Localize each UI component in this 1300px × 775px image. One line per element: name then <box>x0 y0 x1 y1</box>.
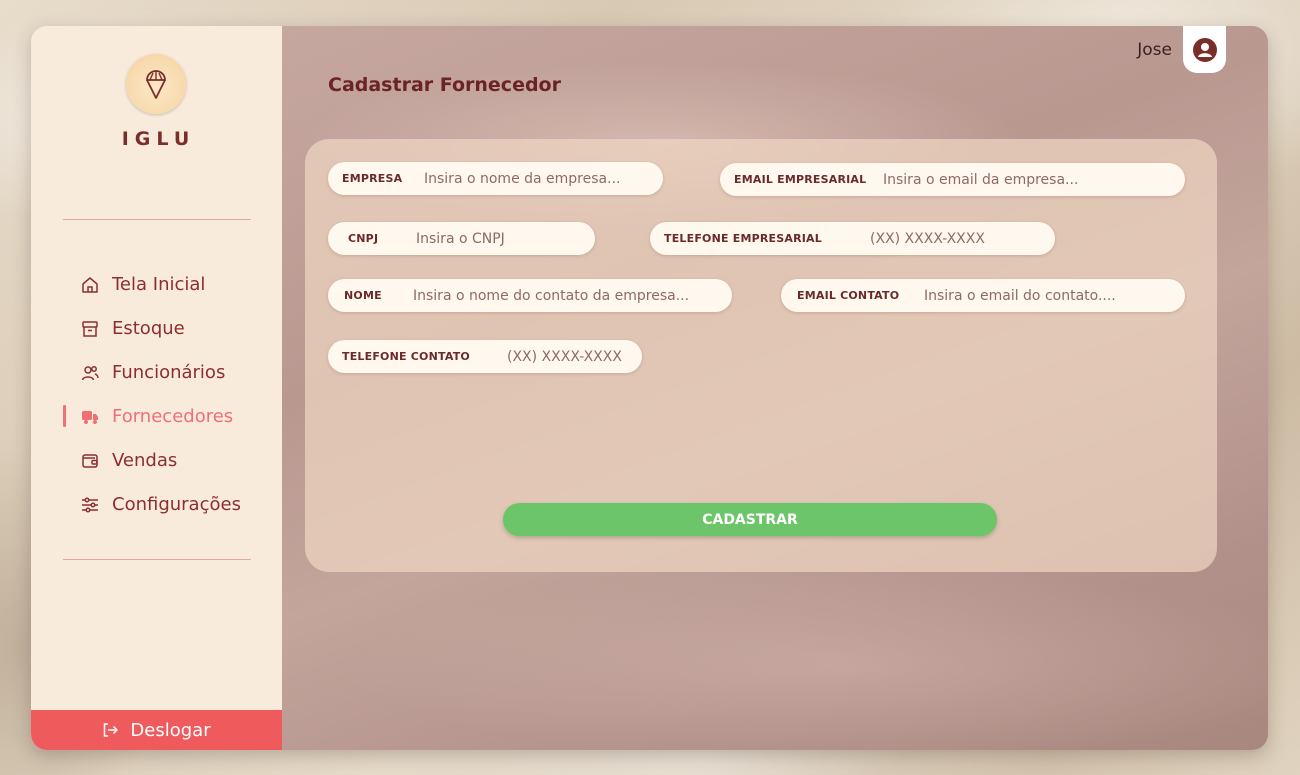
users-icon <box>81 366 99 381</box>
cadastrar-button[interactable]: CADASTRAR <box>503 503 997 536</box>
logout-icon <box>104 723 119 737</box>
logout-label: Deslogar <box>130 719 211 741</box>
sidebar-item-configuracoes[interactable]: Configurações <box>31 482 282 526</box>
email-empresarial-label: EMAIL EMPRESARIAL <box>734 173 867 186</box>
email-empresarial-field: EMAIL EMPRESARIAL <box>720 163 1185 196</box>
email-contato-input[interactable] <box>924 286 1179 305</box>
email-contato-field: EMAIL CONTATO <box>781 279 1185 312</box>
home-icon <box>82 277 98 293</box>
sidebar-nav: Tela Inicial Estoque Funcionários Fornec… <box>31 262 282 526</box>
nome-label: NOME <box>344 289 382 302</box>
sidebar-item-label: Fornecedores <box>112 405 234 427</box>
app-window: IGLU Tela Inicial Estoque Funcionários F… <box>31 26 1268 750</box>
supplier-form: EMPRESA EMAIL EMPRESARIAL CNPJ TELEFONE … <box>305 139 1217 572</box>
telefone-empresarial-input[interactable] <box>870 229 1040 248</box>
nome-field: NOME <box>328 279 732 312</box>
sidebar-item-label: Funcionários <box>112 361 226 383</box>
sidebar-item-fornecedores[interactable]: Fornecedores <box>31 394 282 438</box>
email-empresarial-input[interactable] <box>883 170 1173 189</box>
cnpj-field: CNPJ <box>328 222 595 255</box>
cnpj-label: CNPJ <box>348 232 379 245</box>
empresa-label: EMPRESA <box>342 172 403 185</box>
nome-input[interactable] <box>413 286 725 305</box>
truck-icon <box>82 411 98 424</box>
telefone-contato-input[interactable] <box>507 347 635 366</box>
empresa-field: EMPRESA <box>328 162 663 195</box>
sidebar-item-label: Tela Inicial <box>112 273 206 295</box>
telefone-contato-label: TELEFONE CONTATO <box>342 350 470 363</box>
wallet-icon <box>82 454 98 468</box>
cnpj-input[interactable] <box>416 229 586 248</box>
telefone-empresarial-label: TELEFONE EMPRESARIAL <box>664 232 822 245</box>
ice-cream-icon <box>146 70 166 99</box>
empresa-input[interactable] <box>424 169 654 188</box>
sidebar-divider-top <box>63 219 251 220</box>
sidebar-item-tela-inicial[interactable]: Tela Inicial <box>31 262 282 306</box>
sidebar: IGLU Tela Inicial Estoque Funcionários F… <box>31 26 282 750</box>
sidebar-divider-bottom <box>63 559 251 560</box>
user-menu-button[interactable] <box>1183 26 1226 73</box>
sidebar-item-label: Estoque <box>112 317 185 339</box>
logout-button[interactable]: Deslogar <box>31 710 282 750</box>
page-title: Cadastrar Fornecedor <box>328 74 561 96</box>
telefone-contato-field: TELEFONE CONTATO <box>328 340 642 373</box>
logo <box>126 54 186 114</box>
sidebar-item-vendas[interactable]: Vendas <box>31 438 282 482</box>
username: Jose <box>1137 40 1172 60</box>
sidebar-item-label: Vendas <box>112 449 178 471</box>
sliders-icon <box>82 497 98 513</box>
telefone-empresarial-field: TELEFONE EMPRESARIAL <box>650 222 1055 255</box>
sidebar-item-funcionarios[interactable]: Funcionários <box>31 350 282 394</box>
sidebar-item-label: Configurações <box>112 493 241 515</box>
box-icon <box>82 321 98 337</box>
brand-name: IGLU <box>121 128 196 150</box>
user-icon <box>1192 37 1217 62</box>
email-contato-label: EMAIL CONTATO <box>797 289 900 302</box>
main-content: Jose Cadastrar Fornecedor EMPRESA EMAIL … <box>282 26 1268 750</box>
sidebar-item-estoque[interactable]: Estoque <box>31 306 282 350</box>
